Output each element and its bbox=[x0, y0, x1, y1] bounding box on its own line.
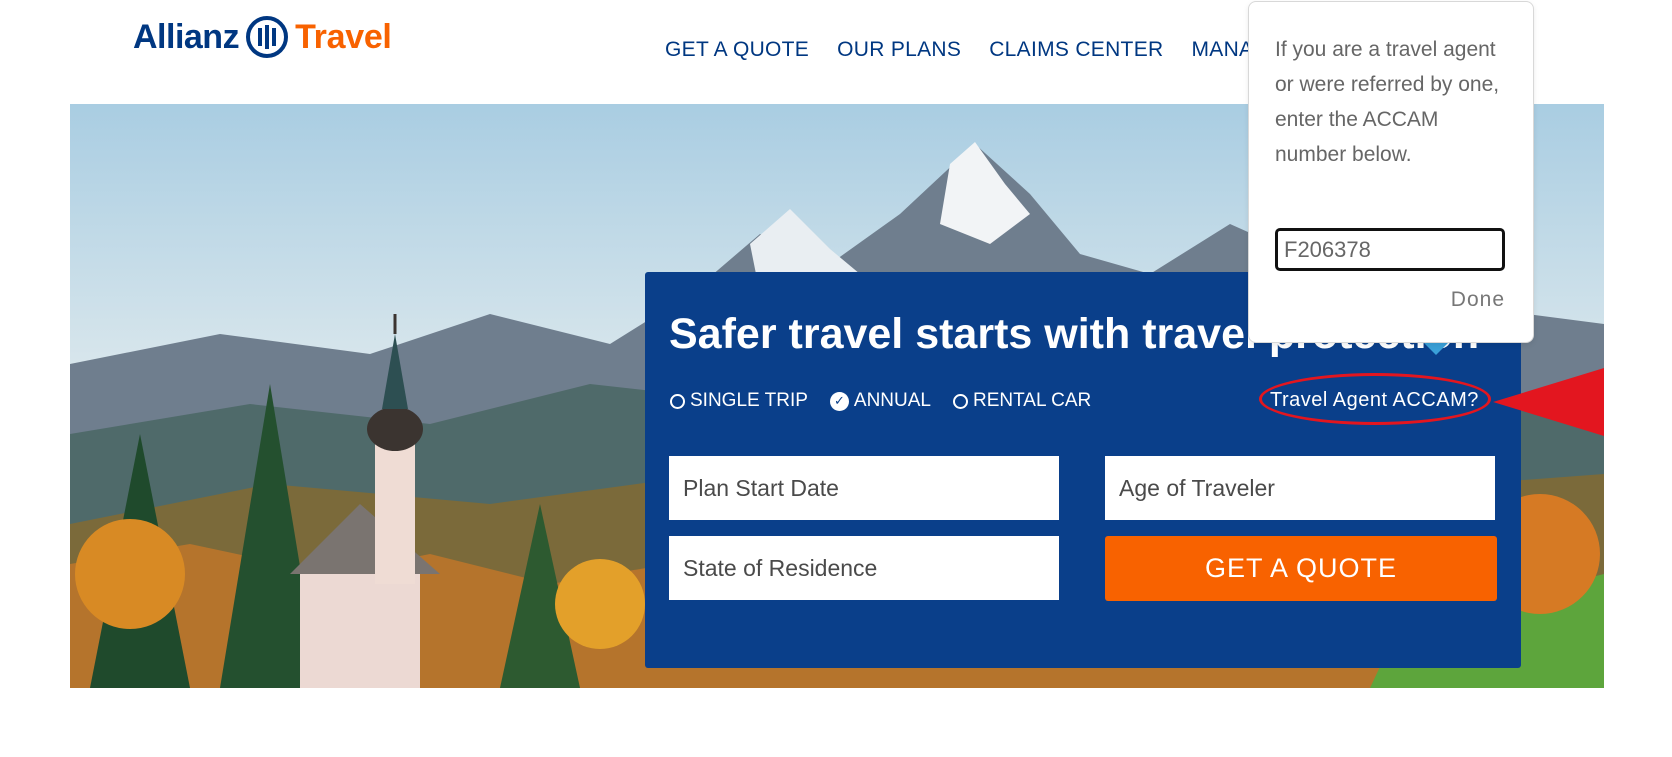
nav-claims-center[interactable]: CLAIMS CENTER bbox=[989, 38, 1163, 68]
accam-number-input[interactable] bbox=[1275, 228, 1505, 271]
radio-unchecked-icon bbox=[952, 393, 968, 409]
allianz-travel-logo[interactable]: Allianz Travel bbox=[133, 14, 392, 60]
radio-checked-icon: ✓ bbox=[829, 391, 849, 411]
popover-instructions: If you are a travel agent or were referr… bbox=[1275, 38, 1500, 166]
main-nav: GET A QUOTE OUR PLANS CLAIMS CENTER MANA bbox=[665, 38, 1281, 68]
get-a-quote-button[interactable]: GET A QUOTE bbox=[1105, 536, 1497, 601]
state-of-residence-field[interactable] bbox=[669, 536, 1059, 600]
option-rental-car[interactable]: RENTAL CAR bbox=[952, 390, 1092, 412]
accam-popover: If you are a travel agent or were referr… bbox=[1248, 1, 1534, 343]
age-of-traveler-field[interactable] bbox=[1105, 456, 1495, 520]
annotation-arrow-icon bbox=[1493, 368, 1604, 436]
annotation-circle bbox=[1259, 373, 1491, 425]
trip-type-options: SINGLE TRIP ✓ ANNUAL RENTAL CAR bbox=[670, 390, 1091, 412]
option-label: RENTAL CAR bbox=[972, 390, 1092, 411]
radio-unchecked-icon bbox=[670, 393, 685, 409]
logo-product-text: Travel bbox=[295, 17, 392, 56]
nav-get-a-quote[interactable]: GET A QUOTE bbox=[665, 38, 809, 68]
allianz-eagle-icon bbox=[246, 16, 289, 58]
plan-start-date-field[interactable] bbox=[669, 456, 1059, 520]
logo-brand-text: Allianz bbox=[133, 17, 240, 56]
option-label: ANNUAL bbox=[853, 390, 931, 411]
done-button[interactable]: Done bbox=[1451, 288, 1505, 312]
nav-our-plans[interactable]: OUR PLANS bbox=[837, 38, 961, 68]
option-annual[interactable]: ✓ ANNUAL bbox=[829, 390, 931, 412]
nav-manage[interactable]: MANA bbox=[1191, 38, 1253, 68]
option-single-trip[interactable]: SINGLE TRIP bbox=[670, 390, 808, 412]
option-label: SINGLE TRIP bbox=[690, 390, 808, 411]
